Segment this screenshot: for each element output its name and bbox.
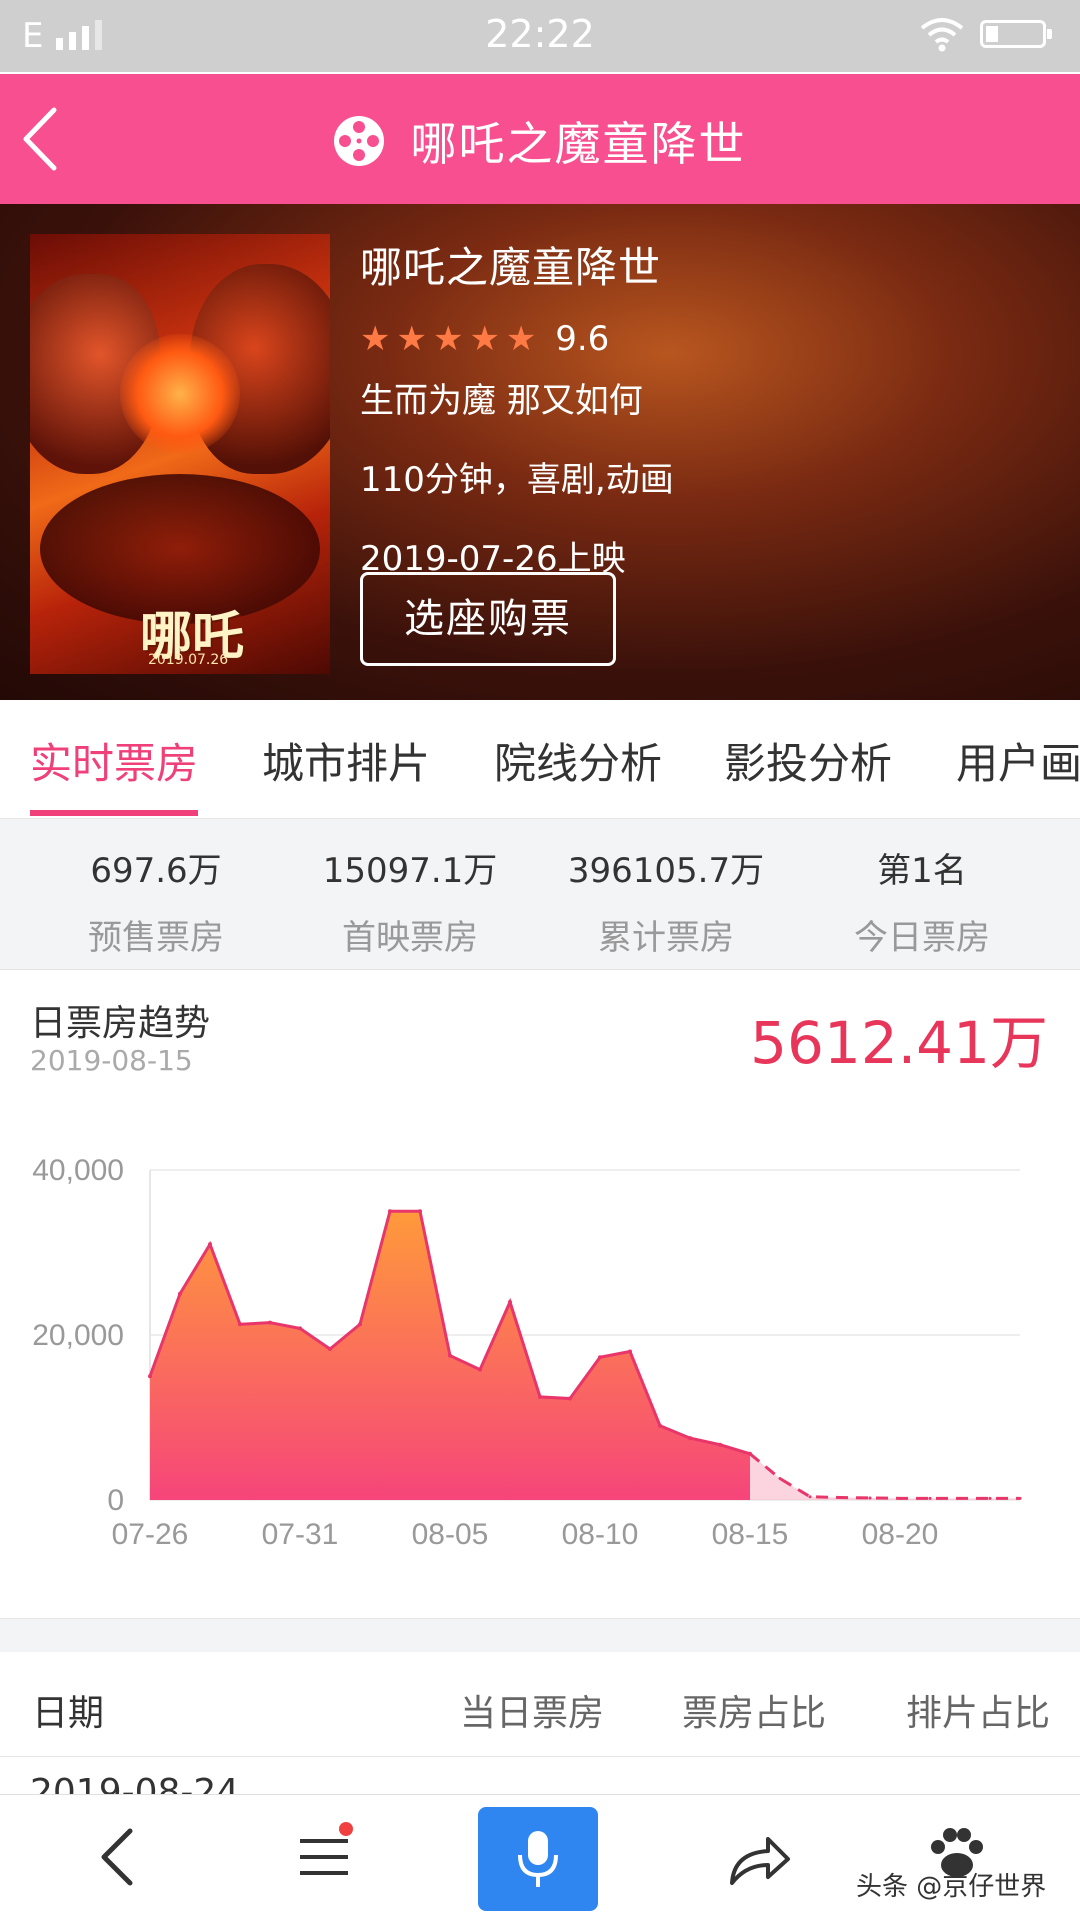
x-tick-label: 08-10 (562, 1518, 639, 1551)
projected-point (928, 1496, 932, 1500)
stat-label: 累计票房 (598, 918, 734, 958)
data-point (448, 1353, 452, 1358)
data-point (658, 1423, 662, 1428)
buy-ticket-button[interactable]: 选座购票 (360, 572, 616, 666)
movie-duration-genre: 110分钟，喜剧,动画 (360, 460, 674, 500)
movie-banner: 哪吒 2019.07.26 哪吒之魔童降世 ★★★★★ 9.6 生而为魔 那又如… (0, 204, 1080, 700)
stat-value: 697.6万 (90, 851, 222, 891)
tab-bar: 实时票房 城市排片 院线分析 影投分析 用户画 (0, 700, 1080, 819)
data-point (508, 1300, 512, 1304)
y-tick-label: 0 (107, 1484, 124, 1517)
poster-date: 2019.07.26 (148, 652, 229, 668)
stat-value: 396105.7万 (567, 851, 765, 891)
app-header: 哪吒之魔童降世 (0, 74, 1080, 204)
stat-today-rank: 第1名 今日票房 (792, 843, 1052, 959)
data-point (388, 1209, 392, 1214)
data-point (568, 1396, 572, 1401)
movie-title: 哪吒之魔童降世 (360, 243, 662, 292)
data-point (208, 1242, 212, 1247)
data-point (628, 1349, 632, 1354)
stat-label: 预售票房 (88, 918, 224, 958)
projected-point (838, 1496, 842, 1500)
x-tick-label: 08-15 (712, 1518, 789, 1551)
data-point (538, 1394, 542, 1399)
data-point (328, 1347, 332, 1352)
col-box-office-share[interactable]: 票房占比 (682, 1684, 826, 1736)
x-tick-label: 08-20 (862, 1518, 939, 1551)
y-tick-label: 20,000 (32, 1319, 124, 1352)
projected-point (988, 1496, 992, 1500)
movie-poster[interactable]: 哪吒 2019.07.26 (30, 234, 330, 674)
projected-point (778, 1477, 782, 1481)
stat-premiere: 15097.1万 首映票房 (280, 843, 540, 959)
stat-value: 15097.1万 (322, 851, 498, 891)
projected-point (748, 1452, 752, 1456)
movie-tagline: 生而为魔 那又如何 (360, 381, 643, 421)
projected-point (808, 1495, 812, 1499)
stat-presale: 697.6万 预售票房 (26, 843, 286, 959)
x-tick-label: 07-26 (112, 1518, 189, 1551)
data-point (298, 1326, 302, 1331)
film-reel-icon (334, 116, 385, 166)
rating-stars: ★★★★★ 9.6 (360, 319, 674, 359)
col-daily-box-office[interactable]: 当日票房 (460, 1684, 604, 1736)
data-point (178, 1291, 182, 1296)
rating-score: 9.6 (555, 319, 610, 359)
col-date[interactable]: 日期 (32, 1684, 104, 1736)
tab-user-profile[interactable]: 用户画 (956, 730, 1080, 791)
tab-realtime-box-office[interactable]: 实时票房 (30, 730, 198, 791)
daily-box-office-chart[interactable]: 0 20,000 40,000 07-26 07-31 08-05 08-10 08-15 08… (0, 1130, 1080, 1570)
trend-date: 2019-08-15 (30, 1044, 193, 1077)
data-point (478, 1367, 482, 1372)
voice-search-button[interactable] (478, 1807, 598, 1911)
projected-point (958, 1496, 962, 1500)
back-icon[interactable] (78, 1817, 158, 1897)
data-point (718, 1442, 722, 1447)
table-row-date: 2019-08-24 (30, 1772, 240, 1794)
stat-value: 第1名 (877, 851, 967, 891)
table-header: 日期 当日票房 票房占比 排片占比 (0, 1652, 1080, 1757)
projected-area (750, 1453, 1020, 1500)
projected-point (868, 1496, 872, 1500)
trend-daily-value: 5612.41万 (750, 1009, 1048, 1077)
wifi-icon (920, 18, 964, 52)
share-icon[interactable] (718, 1817, 798, 1897)
battery-icon (980, 20, 1052, 48)
box-office-stats: 697.6万 预售票房 15097.1万 首映票房 396105.7万 累计票房… (0, 819, 1080, 970)
star-icons: ★★★★★ (360, 319, 543, 359)
x-tick-label: 07-31 (262, 1518, 339, 1551)
watermark-text: 头条 @京仔世界 (856, 1872, 1047, 1902)
data-point (148, 1374, 152, 1379)
tab-cinema-chain-analysis[interactable]: 院线分析 (494, 730, 662, 791)
data-point (268, 1320, 272, 1325)
stat-label: 首映票房 (342, 918, 478, 958)
col-schedule-share[interactable]: 排片占比 (906, 1684, 1050, 1736)
y-tick-label: 40,000 (32, 1154, 124, 1187)
tab-investment-analysis[interactable]: 影投分析 (724, 730, 892, 791)
x-tick-label: 08-05 (412, 1518, 489, 1551)
stat-cumulative: 396105.7万 累计票房 (536, 843, 796, 959)
tab-city-schedule[interactable]: 城市排片 (262, 730, 430, 791)
trend-title: 日票房趋势 (30, 1003, 211, 1044)
section-divider (0, 1618, 1080, 1653)
menu-icon[interactable] (284, 1817, 364, 1897)
data-point (418, 1209, 422, 1214)
microphone-icon (518, 1831, 558, 1887)
data-point (238, 1322, 242, 1327)
data-point (598, 1355, 602, 1360)
stat-label: 今日票房 (854, 918, 990, 958)
page-title: 哪吒之魔童降世 (410, 117, 747, 171)
projected-point (898, 1496, 902, 1500)
data-point (688, 1436, 692, 1441)
active-tab-indicator (30, 810, 198, 816)
status-bar: E 22:22 (0, 0, 1080, 72)
data-point (358, 1322, 362, 1327)
projected-point (1018, 1496, 1022, 1500)
